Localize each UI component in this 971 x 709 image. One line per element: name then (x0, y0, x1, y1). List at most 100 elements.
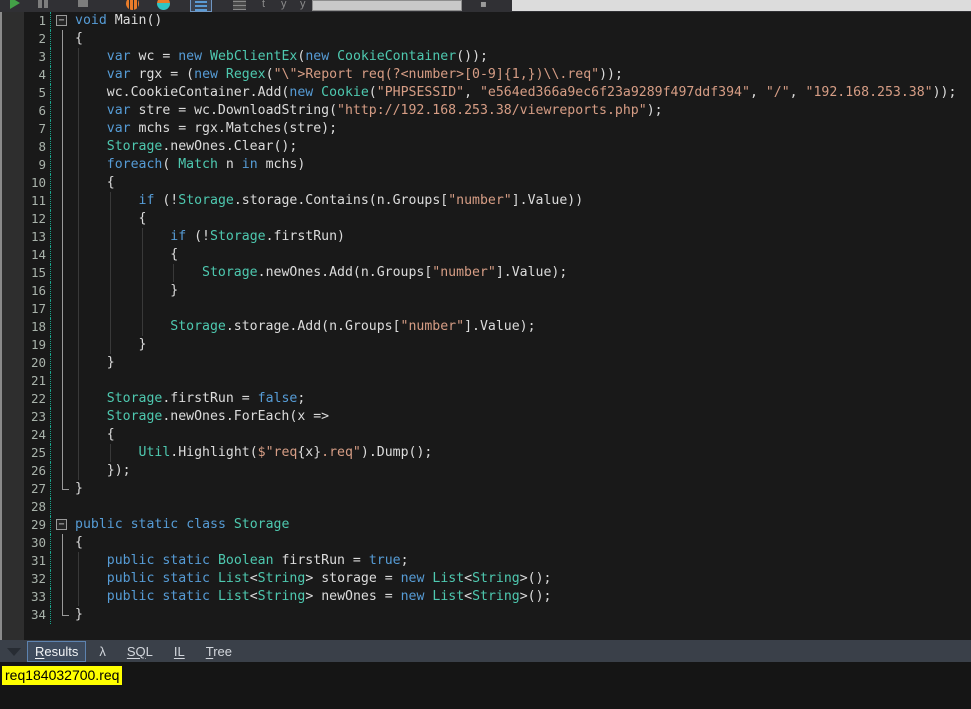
code-line[interactable]: 26 }); (0, 462, 971, 480)
fold-margin (50, 462, 75, 480)
code-line[interactable]: 15 Storage.newOnes.Add(n.Groups["number"… (0, 264, 971, 282)
code-line[interactable]: 34} (0, 606, 971, 624)
line-number: 9 (0, 156, 50, 174)
code-text: Storage.newOnes.Add(n.Groups["number"].V… (75, 264, 971, 282)
line-number: 17 (0, 300, 50, 318)
code-text: var stre = wc.DownloadString("http://192… (75, 102, 971, 120)
line-number: 31 (0, 552, 50, 570)
code-line[interactable]: 10 { (0, 174, 971, 192)
code-line[interactable]: 13 if (!Storage.firstRun) (0, 228, 971, 246)
pause-icon[interactable] (38, 0, 48, 8)
fold-line (62, 210, 63, 228)
fold-line (62, 138, 63, 156)
fold-line (62, 174, 63, 192)
code-line[interactable]: 1−void Main() (0, 12, 971, 30)
fold-margin: − (50, 12, 75, 30)
line-number: 8 (0, 138, 50, 156)
code-line[interactable]: 29−public static class Storage (0, 516, 971, 534)
code-line[interactable]: 20 } (0, 354, 971, 372)
line-number: 5 (0, 84, 50, 102)
code-line[interactable]: 2{ (0, 30, 971, 48)
text-format-icon-3[interactable]: y (300, 0, 306, 12)
line-number: 26 (0, 462, 50, 480)
code-line[interactable]: 11 if (!Storage.storage.Contains(n.Group… (0, 192, 971, 210)
run-icon[interactable] (10, 0, 20, 9)
fold-toggle-icon[interactable]: − (56, 519, 67, 530)
fold-margin (50, 444, 75, 462)
fold-line (62, 66, 63, 84)
line-number: 7 (0, 120, 50, 138)
fold-line (62, 246, 63, 264)
code-line[interactable]: 27} (0, 480, 971, 498)
code-line[interactable]: 17 (0, 300, 971, 318)
tab-lambda[interactable]: λ (91, 641, 114, 662)
fold-toggle-icon[interactable]: − (56, 15, 67, 26)
fold-line (62, 372, 63, 390)
line-number: 3 (0, 48, 50, 66)
code-line[interactable]: 31 public static Boolean firstRun = true… (0, 552, 971, 570)
code-line[interactable]: 28 (0, 498, 971, 516)
code-line[interactable]: 21 (0, 372, 971, 390)
code-text: } (75, 606, 971, 624)
tab-results[interactable]: Results (27, 641, 86, 662)
code-line[interactable]: 23 Storage.newOnes.ForEach(x => (0, 408, 971, 426)
line-number: 4 (0, 66, 50, 84)
fold-margin (50, 570, 75, 588)
code-text: }); (75, 462, 971, 480)
text-format-icon-2[interactable]: y (281, 0, 287, 12)
code-line[interactable]: 22 Storage.firstRun = false; (0, 390, 971, 408)
code-line[interactable]: 16 } (0, 282, 971, 300)
dropdown-caret-icon[interactable]: ▪ (480, 0, 487, 12)
code-text: Storage.firstRun = false; (75, 390, 971, 408)
data-grid-results-icon[interactable] (233, 0, 246, 10)
collapse-results-icon[interactable] (7, 648, 21, 656)
code-text: public static class Storage (75, 516, 971, 534)
tab-sql[interactable]: SQL (119, 641, 161, 662)
fold-line (62, 552, 63, 570)
code-line[interactable]: 30{ (0, 534, 971, 552)
code-text: { (75, 246, 971, 264)
toolbar: t y y ▪ (0, 0, 971, 12)
rich-text-results-toggle-icon[interactable] (190, 0, 212, 12)
fold-margin (50, 48, 75, 66)
code-line[interactable]: 3 var wc = new WebClientEx(new CookieCon… (0, 48, 971, 66)
code-line[interactable]: 19 } (0, 336, 971, 354)
fold-line (62, 84, 63, 102)
language-combobox[interactable] (312, 0, 462, 11)
code-line[interactable]: 24 { (0, 426, 971, 444)
fold-line (62, 48, 63, 66)
fold-line (62, 282, 63, 300)
debug-attach-bug-icon[interactable] (157, 0, 170, 10)
fold-line (62, 120, 63, 138)
debug-bug-icon[interactable] (126, 0, 139, 10)
code-line[interactable]: 12 { (0, 210, 971, 228)
fold-margin (50, 300, 75, 318)
code-text: public static List<String> storage = new… (75, 570, 971, 588)
code-line[interactable]: 9 foreach( Match n in mchs) (0, 156, 971, 174)
line-number: 32 (0, 570, 50, 588)
tab-il[interactable]: IL (166, 641, 193, 662)
line-number: 22 (0, 390, 50, 408)
fold-line (62, 192, 63, 210)
fold-margin (50, 552, 75, 570)
code-line[interactable]: 5 wc.CookieContainer.Add(new Cookie("PHP… (0, 84, 971, 102)
fold-line (62, 390, 63, 408)
code-text: { (75, 426, 971, 444)
code-line[interactable]: 6 var stre = wc.DownloadString("http://1… (0, 102, 971, 120)
code-line[interactable]: 8 Storage.newOnes.Clear(); (0, 138, 971, 156)
code-line[interactable]: 4 var rgx = (new Regex("\">Report req(?<… (0, 66, 971, 84)
code-line[interactable]: 33 public static List<String> newOnes = … (0, 588, 971, 606)
line-number: 27 (0, 480, 50, 498)
connection-combobox[interactable] (512, 0, 971, 11)
code-line[interactable]: 32 public static List<String> storage = … (0, 570, 971, 588)
code-line[interactable]: 25 Util.Highlight($"req{x}.req").Dump(); (0, 444, 971, 462)
editor-lines: 1−void Main()2{3 var wc = new WebClientE… (0, 12, 971, 624)
code-line[interactable]: 14 { (0, 246, 971, 264)
stop-icon[interactable] (78, 0, 88, 7)
code-line[interactable]: 18 Storage.storage.Add(n.Groups["number"… (0, 318, 971, 336)
tab-tree[interactable]: Tree (198, 641, 240, 662)
code-editor[interactable]: 1−void Main()2{3 var wc = new WebClientE… (0, 12, 971, 640)
text-format-icon-1[interactable]: t (262, 0, 265, 12)
fold-line (62, 426, 63, 444)
code-line[interactable]: 7 var mchs = rgx.Matches(stre); (0, 120, 971, 138)
